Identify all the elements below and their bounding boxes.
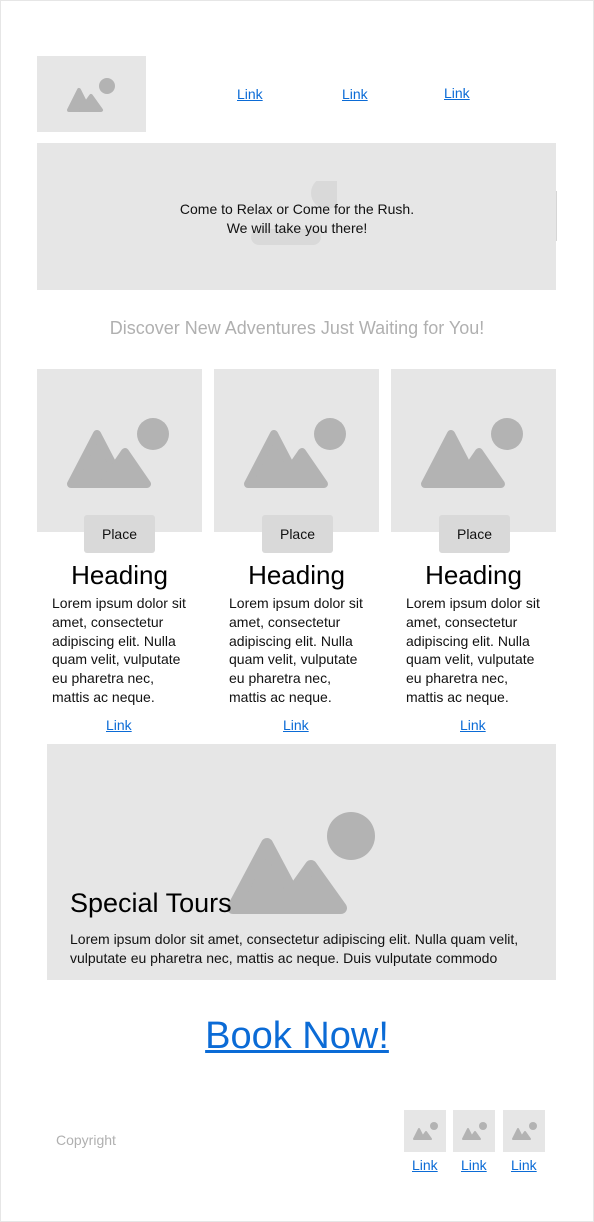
card-link-1[interactable]: Link — [106, 717, 132, 733]
logo[interactable] — [37, 56, 146, 132]
footer-link-2[interactable]: Link — [461, 1157, 487, 1173]
book-now-link[interactable]: Book Now! — [205, 1015, 389, 1057]
social-icon-1[interactable] — [404, 1110, 446, 1152]
image-placeholder-icon — [462, 1122, 487, 1140]
card-body-1: Lorem ipsum dolor sit amet, consectetur … — [52, 595, 186, 705]
image-placeholder-icon — [244, 418, 346, 488]
image-placeholder-icon — [421, 418, 523, 488]
place-button-3[interactable]: Place — [439, 515, 510, 553]
nav-link-3[interactable]: Link — [444, 85, 470, 101]
card-body-2: Lorem ipsum dolor sit amet, consectetur … — [229, 595, 363, 705]
card-heading-2: Heading — [248, 560, 345, 590]
image-placeholder-icon — [67, 418, 169, 488]
cta-wrapper: Book Now! — [0, 1015, 594, 1058]
social-icon-2[interactable] — [453, 1110, 495, 1152]
card-heading-1: Heading — [71, 560, 168, 590]
hero-line-2: We will take you there! — [226, 220, 368, 236]
hero-text: Come to Relax or Come for the Rush. We w… — [37, 200, 557, 238]
card-image-1 — [37, 369, 202, 532]
copyright-text: Copyright — [56, 1132, 116, 1148]
place-button-2[interactable]: Place — [262, 515, 333, 553]
image-placeholder-icon — [227, 812, 375, 914]
special-tours-body: Lorem ipsum dolor sit amet, consectetur … — [70, 931, 519, 966]
footer-link-3[interactable]: Link — [511, 1157, 537, 1173]
nav-link-1[interactable]: Link — [237, 86, 263, 102]
image-placeholder-icon — [413, 1122, 438, 1140]
nav-link-2[interactable]: Link — [342, 86, 368, 102]
image-placeholder-icon — [512, 1122, 537, 1140]
card-image-3 — [391, 369, 556, 532]
hero-line-1: Come to Relax or Come for the Rush. — [179, 201, 415, 217]
card-body-3: Lorem ipsum dolor sit amet, consectetur … — [406, 595, 540, 705]
footer-link-1[interactable]: Link — [412, 1157, 438, 1173]
card-image-2 — [214, 369, 379, 532]
place-button-1[interactable]: Place — [84, 515, 155, 553]
tagline: Discover New Adventures Just Waiting for… — [109, 318, 485, 338]
special-tours-title: Special Tours — [70, 888, 232, 918]
card-link-2[interactable]: Link — [283, 717, 309, 733]
social-icon-3[interactable] — [503, 1110, 545, 1152]
card-link-3[interactable]: Link — [460, 717, 486, 733]
card-heading-3: Heading — [425, 560, 522, 590]
image-placeholder-icon — [67, 78, 115, 112]
